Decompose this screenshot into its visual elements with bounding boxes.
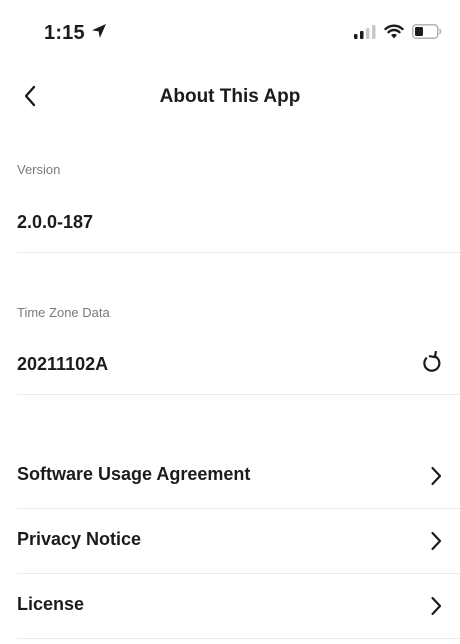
- status-bar: 1:15: [0, 0, 460, 70]
- cellular-signal-icon: [354, 24, 376, 44]
- divider: [17, 394, 460, 395]
- status-time-group: 1:15: [44, 22, 107, 45]
- menu-item-label: License: [17, 594, 85, 614]
- menu-item-license[interactable]: License: [0, 574, 460, 638]
- battery-icon: [412, 24, 442, 44]
- version-value: 2.0.0-187: [17, 212, 94, 232]
- time-zone-label: Time Zone Data: [17, 305, 110, 320]
- refresh-icon: [420, 350, 442, 380]
- menu-item-privacy-notice[interactable]: Privacy Notice: [0, 509, 460, 573]
- version-label: Version: [17, 162, 61, 177]
- menu-item-label: Software Usage Agreement: [17, 464, 251, 484]
- chevron-right-icon: [426, 464, 446, 488]
- menu-item-label: Privacy Notice: [17, 529, 142, 549]
- wifi-icon: [384, 24, 404, 44]
- refresh-button[interactable]: [416, 350, 446, 380]
- time-zone-value: 20211102A: [17, 354, 109, 374]
- location-arrow-icon: [91, 22, 107, 45]
- page-title: About This App: [159, 86, 301, 107]
- status-time: 1:15: [44, 22, 85, 44]
- divider: [17, 252, 460, 253]
- chevron-right-icon: [426, 529, 446, 553]
- status-icons: [354, 24, 442, 44]
- navigation-bar: About This App: [0, 70, 460, 126]
- chevron-right-icon: [426, 594, 446, 618]
- menu-item-software-usage-agreement[interactable]: Software Usage Agreement: [0, 444, 460, 508]
- divider: [17, 638, 460, 639]
